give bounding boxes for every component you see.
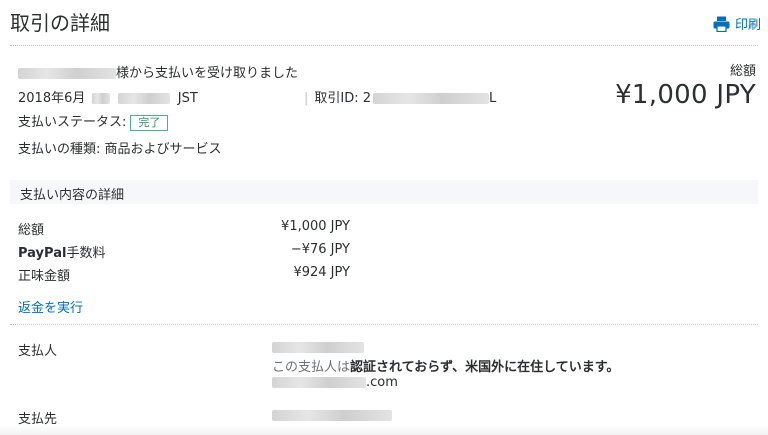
refund-link[interactable]: 返金を実行 <box>18 297 83 316</box>
paypal-brand: PayPal <box>18 246 67 261</box>
redacted-payer-name <box>18 68 116 79</box>
section-divider <box>10 324 758 325</box>
payment-type: 支払いの種類: 商品およびサービス <box>18 142 222 157</box>
redacted-payee <box>272 410 392 421</box>
payer-name <box>272 340 364 355</box>
header-divider <box>10 45 758 46</box>
redacted-transaction-id <box>373 93 490 104</box>
fee-row-net-label: 正味金額 <box>18 269 71 284</box>
transaction-id-label: 取引ID: 2 <box>314 91 372 106</box>
header: 取引の詳細 印刷 <box>0 0 768 44</box>
printer-icon <box>713 16 730 32</box>
transaction-details-page: 取引の詳細 印刷 様から支払いを受け取りました 2018年6月 JST | 取引I… <box>0 0 768 435</box>
status-badge: 完了 <box>130 114 169 131</box>
payer-label: 支払人 <box>18 344 58 359</box>
redacted-day <box>91 93 110 104</box>
timezone: JST <box>177 91 198 106</box>
page-title: 取引の詳細 <box>10 11 110 35</box>
redacted-payer-name <box>272 342 364 353</box>
total-amount: ¥1,000 JPY <box>615 80 756 110</box>
payment-received-text: 様から支払いを受け取りました <box>116 66 299 81</box>
payee-value <box>272 408 392 423</box>
details-section-title: 支払い内容の詳細 <box>20 188 125 203</box>
bottom-edge <box>0 425 768 435</box>
payment-status: 支払いステータス: 完了 <box>18 111 169 131</box>
payment-received-line: 様から支払いを受け取りました <box>18 62 298 81</box>
total-label: 総額 <box>729 64 756 79</box>
transaction-id: | 取引ID: 2 L <box>304 87 496 106</box>
transaction-date: 2018年6月 JST <box>18 87 198 106</box>
fee-row-net-value: ¥924 JPY <box>293 265 350 280</box>
fee-row-paypal-fee-label: PayPal手数料 <box>18 246 106 261</box>
fee-row-gross-label: 総額 <box>18 223 45 238</box>
date-prefix: 2018年6月 <box>18 91 86 106</box>
redacted-time <box>117 93 170 104</box>
redacted-email <box>272 377 366 388</box>
fee-row-paypal-fee-value: −¥76 JPY <box>290 242 350 257</box>
status-label: 支払いステータス: <box>18 115 127 130</box>
print-label: 印刷 <box>734 18 761 33</box>
payer-warning: この支払人は認証されておらず、米国外に在住しています。 <box>272 360 620 375</box>
fee-row-gross-value: ¥1,000 JPY <box>281 219 350 234</box>
print-button[interactable]: 印刷 <box>713 14 761 33</box>
verified-link[interactable]: 認証 <box>350 360 376 375</box>
transaction-id-suffix: L <box>489 91 497 106</box>
details-section-header: 支払い内容の詳細 <box>10 180 758 204</box>
payer-email: .com <box>272 375 398 390</box>
separator: | <box>304 91 309 106</box>
